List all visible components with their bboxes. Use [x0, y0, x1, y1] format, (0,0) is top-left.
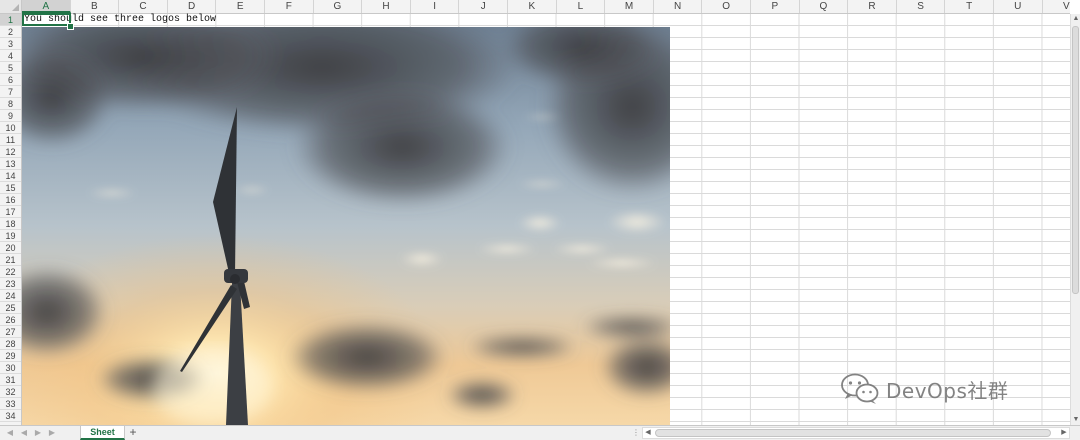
row-header-22[interactable]: 22: [0, 266, 21, 278]
horizontal-scrollbar[interactable]: ◀ ▶: [642, 427, 1070, 439]
scroll-up-icon[interactable]: ▲: [1072, 14, 1080, 24]
row-header-19[interactable]: 19: [0, 230, 21, 242]
row-header-26[interactable]: 26: [0, 314, 21, 326]
row-header-24[interactable]: 24: [0, 290, 21, 302]
row-header-25[interactable]: 25: [0, 302, 21, 314]
row-header-17[interactable]: 17: [0, 206, 21, 218]
active-cell-border: [22, 13, 71, 26]
row-header-28[interactable]: 28: [0, 338, 21, 350]
row-header-9[interactable]: 9: [0, 110, 21, 122]
vertical-scroll-thumb[interactable]: [1072, 26, 1079, 294]
wind-turbine-photo: [22, 27, 670, 425]
row-header-15[interactable]: 15: [0, 182, 21, 194]
select-all-corner[interactable]: [0, 0, 22, 14]
add-sheet-button[interactable]: +: [127, 426, 139, 440]
row-header-2[interactable]: 2: [0, 26, 21, 38]
column-header-r[interactable]: R: [848, 0, 897, 13]
column-header-o[interactable]: O: [702, 0, 751, 13]
vertical-scrollbar[interactable]: ▲ ▼: [1070, 14, 1080, 425]
row-header-34[interactable]: 34: [0, 410, 21, 422]
horizontal-scroll-thumb[interactable]: [655, 429, 1051, 437]
row-header-7[interactable]: 7: [0, 86, 21, 98]
column-header-s[interactable]: S: [897, 0, 946, 13]
row-header-29[interactable]: 29: [0, 350, 21, 362]
column-header-n[interactable]: N: [654, 0, 703, 13]
row-header-3[interactable]: 3: [0, 38, 21, 50]
column-header-g[interactable]: G: [314, 0, 363, 13]
row-header-13[interactable]: 13: [0, 158, 21, 170]
sheet-tab[interactable]: Sheet: [80, 426, 125, 440]
prev-sheet-icon[interactable]: ◀: [18, 427, 30, 439]
row-header-33[interactable]: 33: [0, 398, 21, 410]
row-header-21[interactable]: 21: [0, 254, 21, 266]
tab-split-handle[interactable]: ⋮: [632, 427, 640, 439]
first-sheet-icon[interactable]: ◀: [4, 427, 16, 439]
scroll-right-icon[interactable]: ▶: [1059, 428, 1069, 438]
row-header-10[interactable]: 10: [0, 122, 21, 134]
inserted-picture[interactable]: [22, 27, 670, 425]
column-header-i[interactable]: I: [411, 0, 460, 13]
column-header-q[interactable]: Q: [800, 0, 849, 13]
column-header-f[interactable]: F: [265, 0, 314, 13]
column-header-e[interactable]: E: [216, 0, 265, 13]
column-header-u[interactable]: U: [994, 0, 1043, 13]
row-header-11[interactable]: 11: [0, 134, 21, 146]
column-header-c[interactable]: C: [119, 0, 168, 13]
column-header-bar: ABCDEFGHIJKLMNOPQRSTUV: [22, 0, 1070, 14]
row-header-18[interactable]: 18: [0, 218, 21, 230]
row-header-12[interactable]: 12: [0, 146, 21, 158]
row-header-bar: 1 2 3 4 5 6 7 8 9 10 11 12 13 14 15 16 17 18 19 20 21 22 23 24 2…: [0, 14, 22, 425]
sheet-tab-bar: ◀ ◀ ▶ ▶ Sheet + ⋮ ◀ ▶: [0, 425, 1080, 440]
column-header-a[interactable]: A: [22, 0, 71, 13]
wechat-icon: [841, 373, 879, 404]
column-header-v[interactable]: V: [1043, 0, 1070, 13]
scroll-down-icon[interactable]: ▼: [1072, 415, 1080, 425]
column-header-b[interactable]: B: [71, 0, 120, 13]
next-sheet-icon[interactable]: ▶: [32, 427, 44, 439]
fill-handle[interactable]: [67, 23, 74, 30]
column-header-m[interactable]: M: [605, 0, 654, 13]
column-header-h[interactable]: H: [362, 0, 411, 13]
column-header-l[interactable]: L: [557, 0, 606, 13]
row-header-6[interactable]: 6: [0, 74, 21, 86]
row-header-8[interactable]: 8: [0, 98, 21, 110]
row-header-23[interactable]: 23: [0, 278, 21, 290]
watermark: DevOps社群: [840, 372, 1008, 406]
row-header-27[interactable]: 27: [0, 326, 21, 338]
watermark-text: DevOps社群: [886, 378, 1009, 403]
last-sheet-icon[interactable]: ▶: [46, 427, 58, 439]
row-header-16[interactable]: 16: [0, 194, 21, 206]
row-header-32[interactable]: 32: [0, 386, 21, 398]
row-header-5[interactable]: 5: [0, 62, 21, 74]
row-header-20[interactable]: 20: [0, 242, 21, 254]
column-header-k[interactable]: K: [508, 0, 557, 13]
row-header-30[interactable]: 30: [0, 362, 21, 374]
column-header-j[interactable]: J: [459, 0, 508, 13]
column-header-p[interactable]: P: [751, 0, 800, 13]
row-header-4[interactable]: 4: [0, 50, 21, 62]
row-header-14[interactable]: 14: [0, 170, 21, 182]
row-header-31[interactable]: 31: [0, 374, 21, 386]
column-header-t[interactable]: T: [945, 0, 994, 13]
scroll-left-icon[interactable]: ◀: [643, 428, 653, 438]
column-header-d[interactable]: D: [168, 0, 217, 13]
row-header-1[interactable]: 1: [0, 14, 21, 26]
